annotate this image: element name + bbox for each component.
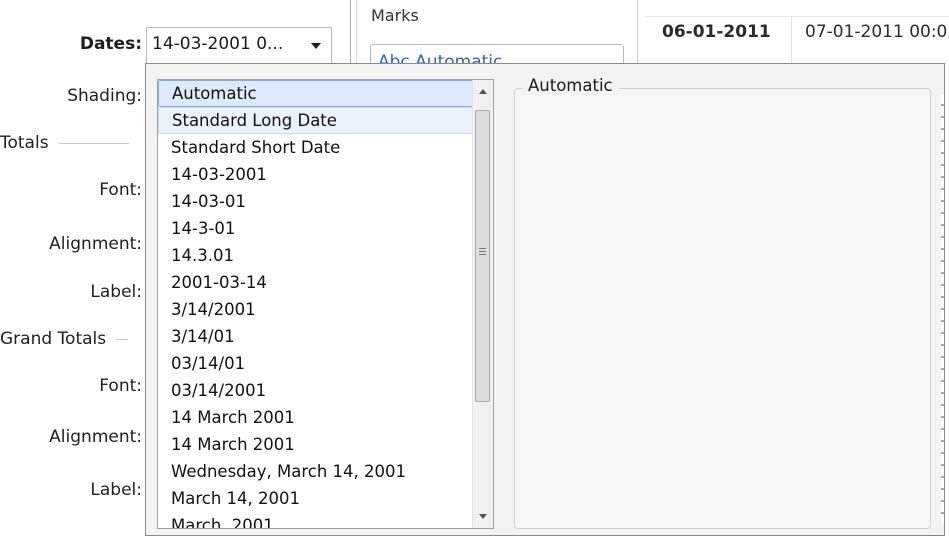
date-format-option[interactable]: Automatic bbox=[158, 80, 474, 107]
shading-label: Shading: bbox=[67, 86, 142, 106]
grid-line bbox=[791, 16, 792, 64]
date-format-option[interactable]: March, 2001 bbox=[158, 512, 474, 528]
dates-format-dropdown[interactable]: 14-03-2001 0... bbox=[146, 27, 332, 65]
date-format-option[interactable]: 14 March 2001 bbox=[158, 431, 474, 458]
column-header[interactable]: 07-01-2011 00:0 bbox=[805, 22, 947, 42]
date-format-option[interactable]: 14-03-2001 bbox=[158, 161, 474, 188]
grand-totals-section-header: Grand Totals bbox=[0, 329, 129, 349]
dates-label: Dates: bbox=[79, 34, 142, 54]
grid-line bbox=[645, 16, 949, 17]
grip-icon bbox=[479, 248, 486, 249]
date-format-option[interactable]: Standard Long Date bbox=[158, 107, 474, 134]
date-format-option[interactable]: 14-03-01 bbox=[158, 188, 474, 215]
grand-totals-section-title: Grand Totals bbox=[0, 329, 107, 349]
date-format-option[interactable]: 3/14/01 bbox=[158, 323, 474, 350]
grip-icon bbox=[479, 251, 486, 252]
date-format-option[interactable]: Standard Short Date bbox=[158, 134, 474, 161]
window-edge bbox=[941, 94, 944, 524]
scroll-up-arrow-icon[interactable] bbox=[473, 82, 493, 102]
date-format-option[interactable]: Wednesday, March 14, 2001 bbox=[158, 458, 474, 485]
totals-font-label: Font: bbox=[99, 180, 142, 200]
date-format-popup: Automatic Standard Long Date Standard Shor… bbox=[145, 63, 945, 536]
date-format-option[interactable]: 14-3-01 bbox=[158, 215, 474, 242]
date-format-option[interactable]: 03/14/2001 bbox=[158, 377, 474, 404]
chevron-down-icon bbox=[311, 43, 321, 49]
grand-label-label: Label: bbox=[90, 480, 142, 500]
date-format-option[interactable]: 3/14/2001 bbox=[158, 296, 474, 323]
section-divider bbox=[116, 338, 129, 340]
totals-alignment-label: Alignment: bbox=[49, 234, 142, 254]
date-format-option[interactable]: 03/14/01 bbox=[158, 350, 474, 377]
grand-font-label: Font: bbox=[99, 376, 142, 396]
scroll-down-arrow-icon[interactable] bbox=[473, 506, 493, 526]
column-header[interactable]: 06-01-2011 bbox=[662, 22, 771, 42]
date-format-options: Automatic Standard Long Date Standard Shor… bbox=[158, 80, 474, 528]
list-scrollbar[interactable] bbox=[472, 80, 493, 528]
grip-icon bbox=[479, 254, 486, 255]
date-format-option[interactable]: March 14, 2001 bbox=[158, 485, 474, 512]
dates-format-value: 14-03-2001 0... bbox=[152, 34, 284, 54]
view-divider bbox=[637, 0, 638, 70]
format-preview-box bbox=[514, 88, 931, 529]
marks-title: Marks bbox=[371, 6, 419, 25]
section-divider bbox=[58, 142, 129, 144]
totals-section-header: Totals bbox=[0, 133, 129, 153]
date-format-option[interactable]: 2001-03-14 bbox=[158, 269, 474, 296]
scrollbar-thumb[interactable] bbox=[475, 110, 490, 402]
totals-label-label: Label: bbox=[90, 282, 142, 302]
format-preview-title: Automatic bbox=[522, 76, 619, 95]
grand-alignment-label: Alignment: bbox=[49, 427, 142, 447]
date-format-list[interactable]: Automatic Standard Long Date Standard Shor… bbox=[157, 79, 494, 529]
totals-section-title: Totals bbox=[0, 133, 49, 153]
date-format-option[interactable]: 14 March 2001 bbox=[158, 404, 474, 431]
date-format-option[interactable]: 14.3.01 bbox=[158, 242, 474, 269]
